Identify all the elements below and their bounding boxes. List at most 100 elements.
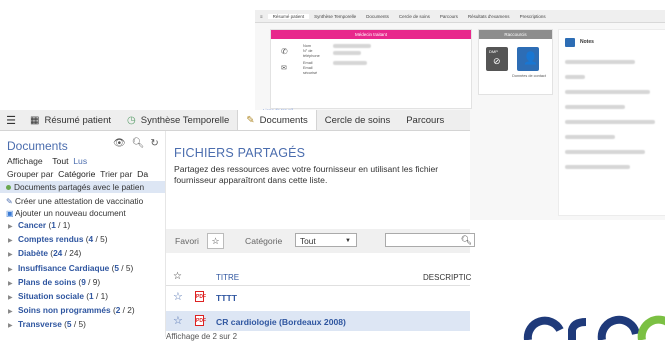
blurred-note	[565, 90, 650, 94]
tab-parcours[interactable]: Parcours	[398, 110, 452, 130]
background-menu-icon[interactable]: ≡	[255, 14, 268, 19]
blurred-value	[333, 51, 361, 55]
star-icon[interactable]: ☆	[173, 314, 183, 327]
favori-star-toggle[interactable]: ☆	[207, 233, 224, 249]
category-item[interactable]: ▶ Insuffisance Cardiaque (5 / 5)	[8, 262, 168, 276]
tab-label: Synthèse Temporelle	[140, 114, 230, 126]
expand-triangle-icon[interactable]: ▶	[8, 320, 18, 332]
logo-fragment	[523, 315, 665, 340]
category-read-count: 4	[88, 234, 94, 245]
dmp-shortcut-icon[interactable]: DMP ⊘	[486, 47, 508, 71]
sort-by-date[interactable]: Da	[137, 169, 148, 179]
category-item[interactable]: ▶ Diabète (24 / 24)	[8, 247, 168, 261]
medecin-field-label: N° de téléphone	[303, 49, 320, 58]
dropdown-arrow-icon: ▼	[345, 238, 351, 244]
expand-triangle-icon[interactable]: ▶	[8, 249, 18, 261]
expand-triangle-icon[interactable]: ▶	[8, 278, 18, 290]
background-tab[interactable]: Résultats d'examens	[463, 14, 515, 19]
category-total-count: 9	[92, 276, 98, 287]
expand-triangle-icon[interactable]: ▶	[8, 264, 18, 276]
refresh-icon[interactable]: ↻	[150, 138, 164, 149]
logo-arc-navy	[523, 316, 564, 340]
category-read-count: 1	[51, 220, 56, 230]
background-tab[interactable]: Prescriptions	[515, 14, 551, 19]
eye-icon[interactable]: 👁	[113, 138, 132, 149]
shared-documents-item[interactable]: Documents partagés avec le patien	[0, 181, 165, 193]
pdf-icon: PDF	[195, 291, 206, 302]
category-item[interactable]: ▶ Cancer (1 / 1)	[8, 219, 168, 233]
background-tab[interactable]: Synthèse Temporelle	[309, 14, 361, 19]
documents-sidebar: Documents 👁🔍︎↻ Affichage Tout Lus Groupe…	[0, 131, 166, 337]
grouper-row: Grouper par Catégorie Trier par Da	[7, 169, 148, 179]
category-name: Insuffisance Cardiaque	[18, 262, 110, 273]
category-name: Plans de soins	[18, 276, 77, 287]
categorie-select[interactable]: Tout ▼	[295, 233, 357, 247]
add-file-icon: ▣	[6, 209, 14, 218]
category-total-count: 24	[69, 248, 79, 259]
star-icon: ☆	[211, 236, 220, 246]
affichage-label: Affichage	[7, 156, 43, 166]
column-description[interactable]: DESCRIPTIC	[423, 273, 471, 282]
category-name: Transverse	[18, 319, 62, 330]
category-read-count: 24	[53, 248, 63, 259]
create-vaccination-label: Créer une attestation de vaccinatio	[15, 196, 144, 206]
phone-icon: ✆	[281, 47, 288, 56]
table-row[interactable]: ☆ PDF CR cardiologie (Bordeaux 2008)	[166, 311, 470, 331]
tab-documents[interactable]: ✎ Documents	[237, 110, 317, 130]
raccourcis-header: Raccourcis	[479, 30, 552, 39]
expand-triangle-icon[interactable]: ▶	[8, 306, 18, 318]
category-item[interactable]: ▶ Transverse (5 / 5)	[8, 318, 168, 332]
blurred-note	[565, 135, 615, 139]
star-icon[interactable]: ☆	[173, 290, 183, 303]
create-vaccination-action[interactable]: ✎ Créer une attestation de vaccinatio	[6, 196, 143, 206]
filter-bar: Favori ☆ Catégorie Tout ▼ 🔍︎	[166, 229, 475, 253]
expand-triangle-icon[interactable]: ▶	[8, 235, 18, 247]
notes-title: Notes	[580, 39, 594, 45]
category-read-count: 9	[81, 276, 86, 287]
category-name: Diabète	[18, 248, 48, 259]
background-tab[interactable]: Résumé patient	[267, 13, 310, 19]
tab-label: Résumé patient	[44, 114, 111, 126]
background-tab[interactable]: Documents	[361, 14, 394, 19]
favorite-column-icon[interactable]: ☆	[173, 271, 182, 282]
description-line: Partagez des ressources avec votre fourn…	[174, 164, 439, 174]
group-by-categorie[interactable]: Catégorie	[58, 169, 95, 179]
tab-resume-patient[interactable]: ▦ Résumé patient	[22, 110, 119, 130]
filter-lus-link[interactable]: Lus	[73, 156, 87, 166]
edit-document-icon: ✎	[246, 114, 255, 126]
category-list: ▶ Cancer (1 / 1) ▶ Comptes rendus (4 / 5) ▶ D…	[8, 219, 168, 333]
expand-triangle-icon[interactable]: ▶	[8, 292, 18, 304]
category-item[interactable]: ▶ Situation sociale (1 / 1)	[8, 290, 168, 304]
blurred-note	[565, 105, 625, 109]
search-icon[interactable]: 🔍︎	[132, 138, 151, 149]
background-tab[interactable]: Cercle de soins	[394, 14, 435, 19]
category-item[interactable]: ▶ Soins non programmés (2 / 2)	[8, 304, 168, 318]
expand-triangle-icon[interactable]: ▶	[8, 221, 18, 233]
menu-icon[interactable]: ☰	[0, 110, 22, 130]
shared-files-panel: FICHIERS PARTAGÉS Partagez des ressource…	[166, 131, 475, 341]
sidebar-title: Documents	[7, 139, 68, 153]
column-titre[interactable]: TITRE	[216, 273, 239, 282]
table-header: ☆ TITRE DESCRIPTIC	[166, 269, 471, 286]
table-row[interactable]: ☆ PDF TTTT	[166, 287, 470, 307]
add-document-action[interactable]: ▣Ajouter un nouveau document	[6, 208, 126, 218]
medecin-traitant-header: Médecin traitant	[271, 30, 471, 39]
blurred-note	[565, 165, 630, 169]
category-read-count: 1	[89, 291, 94, 302]
notes-panel: Notes	[558, 29, 665, 216]
search-input[interactable]: 🔍︎	[385, 233, 475, 247]
background-tab[interactable]: Parcours	[435, 14, 463, 19]
category-name: Situation sociale	[18, 291, 84, 302]
contact-card-icon[interactable]: 👤	[517, 47, 539, 71]
document-title[interactable]: CR cardiologie (Bordeaux 2008)	[216, 317, 346, 327]
category-name: Soins non programmés	[18, 305, 111, 316]
pencil-icon: ✎	[6, 197, 13, 206]
blurred-note	[565, 60, 635, 64]
filter-tout-link[interactable]: Tout	[52, 156, 68, 166]
tab-label: Parcours	[406, 114, 445, 126]
tab-cercle-de-soins[interactable]: Cercle de soins	[317, 110, 398, 130]
category-item[interactable]: ▶ Comptes rendus (4 / 5)	[8, 233, 168, 247]
document-title[interactable]: TTTT	[216, 293, 237, 303]
category-item[interactable]: ▶ Plans de soins (9 / 9)	[8, 276, 168, 290]
tab-synthese-temporelle[interactable]: ◷ Synthèse Temporelle	[119, 110, 237, 130]
